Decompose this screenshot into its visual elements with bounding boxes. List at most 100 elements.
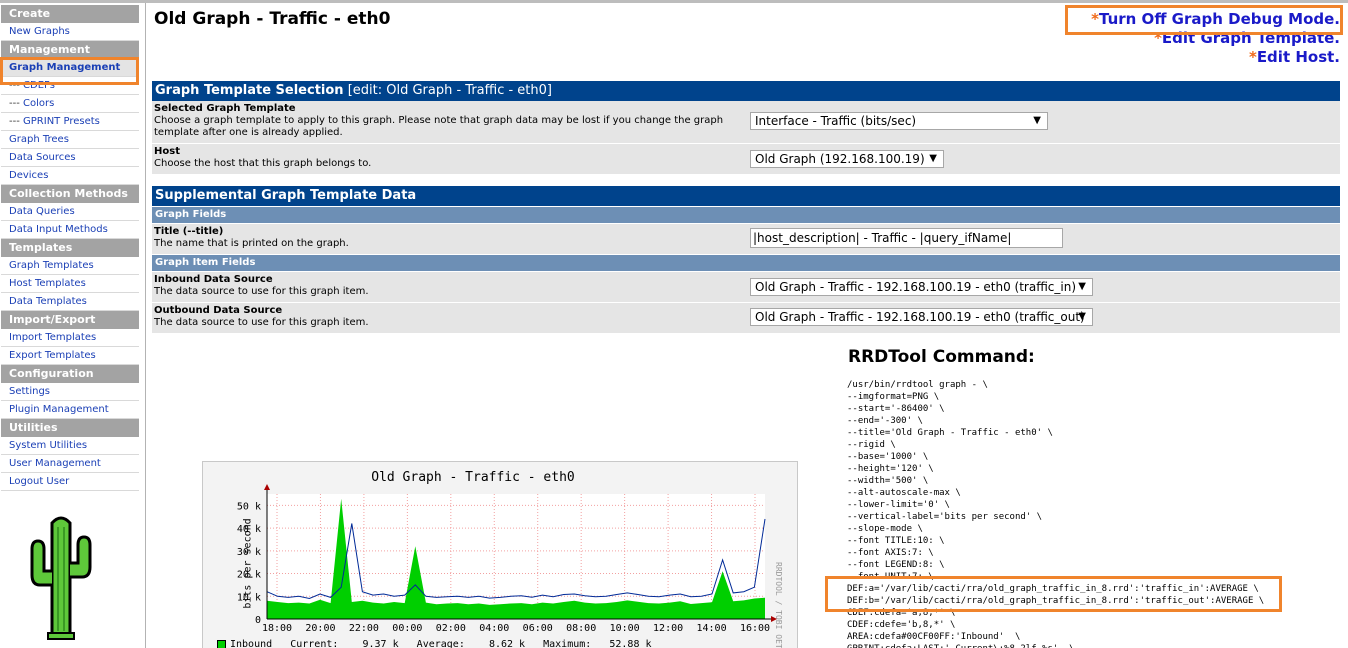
host-desc: Choose the host that this graph belongs … [154,158,372,169]
title-field-desc: The name that is printed on the graph. [154,238,349,249]
host-row: Host Choose the host that this graph belo… [152,144,1340,175]
sidebar-item-colors[interactable]: --- Colors [1,95,139,113]
x-tick-label: 10:00 [610,623,640,634]
x-tick-label: 20:00 [305,623,335,634]
nav-section-configuration: Configuration [1,365,139,383]
sidebar-item-label: System Utilities [9,440,88,451]
sidebar-item-label: Data Input Methods [9,224,108,235]
sub-item-prefix: --- [9,80,24,91]
traffic-graph-image: Old Graph - Traffic - eth0 bits per seco… [202,461,798,648]
y-tick-label: 0 [255,615,261,626]
x-tick-label: 08:00 [566,623,596,634]
main-content: Old Graph - Traffic - eth0 *Turn Off Gra… [146,3,1348,648]
rrd-command-line: --title='Old Graph - Traffic - eth0' \ [847,428,1053,438]
graph-title-input[interactable]: |host_description| - Traffic - |query_if… [750,228,1063,248]
sidebar-item-data-templates[interactable]: Data Templates [1,293,139,311]
sidebar-item-label: Settings [9,386,51,397]
chevron-down-icon: ▼ [1078,311,1086,322]
rrd-command-line: --font AXIS:7: \ [847,548,934,558]
y-axis-arrow-icon [264,484,270,490]
x-tick-label: 04:00 [479,623,509,634]
sidebar-item-new-graphs[interactable]: New Graphs [1,23,139,41]
edit-host-link[interactable]: *Edit Host. [1249,48,1340,66]
x-tick-label: 12:00 [653,623,683,634]
y-tick-label: 10 k [237,592,261,603]
selected-template-label: Selected Graph Template [154,103,296,114]
rrd-command-title: RRDTool Command: [848,347,1035,367]
rrd-command-line: --rigid \ [847,440,896,450]
x-tick-label: 22:00 [349,623,379,634]
sidebar-item-export-templates[interactable]: Export Templates [1,347,139,365]
rrd-command-line: --lower-limit='0' \ [847,500,950,510]
sidebar-item-import-templates[interactable]: Import Templates [1,329,139,347]
sidebar-item-label: Import Templates [9,332,97,343]
sidebar-item-label: Graph Templates [9,260,94,271]
rrd-command-line: --start='-86400' \ [847,404,945,414]
sidebar-item-label: Graph Trees [9,134,69,145]
inbound-row: Inbound Data Source The data source to us… [152,272,1340,303]
nav-section-management: Management [1,41,139,59]
outbound-source-select[interactable]: Old Graph - Traffic - 192.168.100.19 - e… [750,308,1093,326]
rrd-command-line: --font UNIT:7: \ [847,572,934,582]
selected-template-row: Selected Graph Template Choose a graph te… [152,101,1340,144]
nav-section-templates: Templates [1,239,139,257]
sidebar-item-data-input-methods[interactable]: Data Input Methods [1,221,139,239]
sidebar-item-label: CDEFs [23,80,55,91]
supplemental-header: Supplemental Graph Template Data [152,186,1340,206]
sidebar-item-graph-management[interactable]: Graph Management [1,59,139,77]
rrd-command-line: --font LEGEND:8: \ [847,560,945,570]
sidebar-item-gprint-presets[interactable]: --- GPRINT Presets [1,113,139,131]
sidebar-item-label: Data Templates [9,296,87,307]
nav-section-create: Create [1,5,139,23]
graph-template-select[interactable]: Interface - Traffic (bits/sec) ▼ [750,112,1048,130]
y-tick-label: 30 k [237,547,261,558]
sidebar-item-plugin-management[interactable]: Plugin Management [1,401,139,419]
x-tick-label: 02:00 [436,623,466,634]
sidebar-item-label: GPRINT Presets [23,116,100,127]
sidebar-item-label: Graph Management [9,62,121,73]
sidebar-item-data-sources[interactable]: Data Sources [1,149,139,167]
y-tick-label: 40 k [237,524,261,535]
chevron-down-icon: ▼ [929,153,937,164]
sidebar-item-label: New Graphs [9,26,70,37]
title-row: Title (--title) The name that is printed … [152,224,1340,255]
sidebar-item-devices[interactable]: Devices [1,167,139,185]
page-title: Old Graph - Traffic - eth0 [154,9,391,29]
rrd-command-line: --imgformat=PNG \ [847,392,940,402]
sidebar-item-label: Logout User [9,476,70,487]
sidebar-item-settings[interactable]: Settings [1,383,139,401]
debug-mode-link[interactable]: *Turn Off Graph Debug Mode. [1091,10,1340,28]
rrd-command-line: --vertical-label='bits per second' \ [847,512,1043,522]
rrd-command-line: DEF:b='/var/lib/cacti/rra/old_graph_traf… [847,596,1265,606]
sidebar-item-data-queries[interactable]: Data Queries [1,203,139,221]
sidebar-item-host-templates[interactable]: Host Templates [1,275,139,293]
inbound-source-select[interactable]: Old Graph - Traffic - 192.168.100.19 - e… [750,278,1093,296]
x-tick-label: 06:00 [523,623,553,634]
rrd-command-line: --slope-mode \ [847,524,923,534]
inbound-desc: The data source to use for this graph it… [154,286,369,297]
rrd-command-line: CDEF:cdefa='a,8,*' \ [847,608,956,618]
rrd-command-line: AREA:cdefa#00CF00FF:'Inbound' \ [847,632,1021,642]
rrd-command-line: --alt-autoscale-max \ [847,488,961,498]
sidebar-item-logout-user[interactable]: Logout User [1,473,139,491]
sidebar-item-graph-trees[interactable]: Graph Trees [1,131,139,149]
outbound-row: Outbound Data Source The data source to u… [152,303,1340,334]
rrd-command-line: DEF:a='/var/lib/cacti/rra/old_graph_traf… [847,584,1259,594]
sidebar-item-system-utilities[interactable]: System Utilities [1,437,139,455]
sub-item-prefix: --- [9,98,24,109]
sidebar-item-label: Host Templates [9,278,86,289]
edit-graph-template-link[interactable]: *Edit Graph Template. [1154,29,1340,47]
sidebar-item-label: Plugin Management [9,404,109,415]
sidebar-item-cdefs[interactable]: --- CDEFs [1,77,139,95]
rrd-command-line: --font TITLE:10: \ [847,536,945,546]
cacti-logo-icon [30,516,92,640]
x-axis-arrow-icon [771,616,777,622]
nav-section-collection-methods: Collection Methods [1,185,139,203]
sidebar-item-graph-templates[interactable]: Graph Templates [1,257,139,275]
host-select[interactable]: Old Graph (192.168.100.19) ▼ [750,150,944,168]
sidebar-item-user-management[interactable]: User Management [1,455,139,473]
graph-plot: 0 10 k 20 k 30 k 40 k 50 k 18:00 20:00 22:00 00:0… [237,484,777,634]
sidebar-item-label: Data Queries [9,206,75,217]
outbound-desc: The data source to use for this graph it… [154,317,369,328]
selected-template-desc: Choose a graph template to apply to this… [154,115,724,138]
